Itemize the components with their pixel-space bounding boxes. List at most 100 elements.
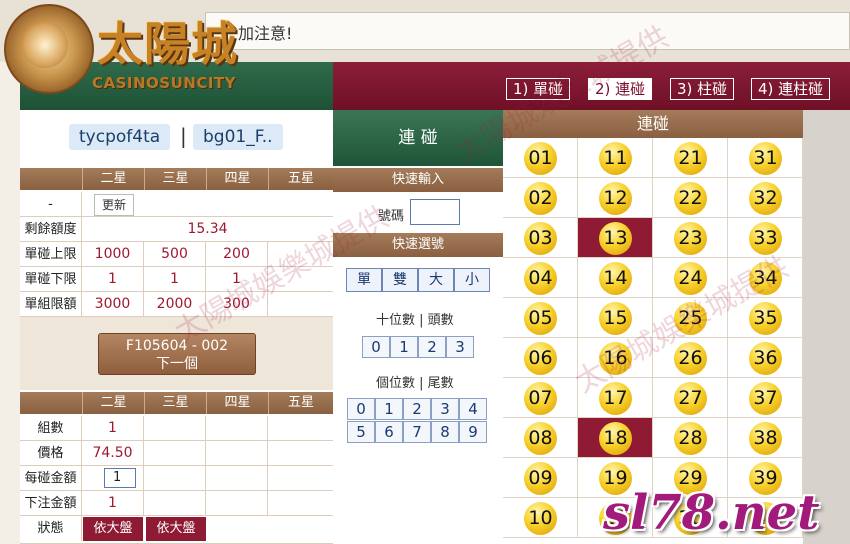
- tab-single-pair[interactable]: 1) 單碰: [506, 78, 571, 100]
- number-cell-01[interactable]: 01: [503, 138, 578, 178]
- logo-english: CASINOSUNCITY: [92, 74, 237, 92]
- units-4-button[interactable]: 4: [459, 398, 487, 420]
- units-7-button[interactable]: 7: [403, 421, 431, 443]
- tens-0-button[interactable]: 0: [362, 336, 390, 358]
- number-cell-03[interactable]: 03: [503, 218, 578, 258]
- next-button-label: 下一個: [156, 356, 198, 372]
- number-cell-16[interactable]: 16: [578, 338, 653, 378]
- units-3-button[interactable]: 3: [431, 398, 459, 420]
- units-0-button[interactable]: 0: [347, 398, 375, 420]
- tab-multi-pair[interactable]: 2) 連碰: [588, 78, 653, 100]
- number-cell-06[interactable]: 06: [503, 338, 578, 378]
- min-4star: 1: [206, 267, 268, 292]
- number-cell-34[interactable]: 34: [728, 258, 803, 298]
- number-ball: 08: [524, 422, 557, 455]
- number-cell-32[interactable]: 32: [728, 178, 803, 218]
- number-cell-17[interactable]: 17: [578, 378, 653, 418]
- number-cell-07[interactable]: 07: [503, 378, 578, 418]
- small-button[interactable]: 小: [454, 268, 490, 292]
- number-ball: 25: [674, 302, 707, 335]
- number-cell-37[interactable]: 37: [728, 378, 803, 418]
- empty-cell: [144, 491, 206, 516]
- number-cell-26[interactable]: 26: [653, 338, 728, 378]
- number-cell-35[interactable]: 35: [728, 298, 803, 338]
- next-button[interactable]: F105604 - 002 下一個: [98, 333, 256, 375]
- big-button[interactable]: 大: [418, 268, 454, 292]
- tab-multi-column-pair[interactable]: 4) 連柱碰: [751, 78, 831, 100]
- status-button-3star[interactable]: 依大盤: [146, 517, 206, 541]
- number-cell-22[interactable]: 22: [653, 178, 728, 218]
- units-9-button[interactable]: 9: [459, 421, 487, 443]
- units-5-button[interactable]: 5: [347, 421, 375, 443]
- remaining-row: 剩餘額度 15.34: [20, 217, 333, 242]
- number-cell-33[interactable]: 33: [728, 218, 803, 258]
- notice-text: 加注意!: [238, 24, 293, 43]
- number-ball: 15: [599, 302, 632, 335]
- max-5star: [268, 242, 333, 267]
- tens-3-button[interactable]: 3: [446, 336, 474, 358]
- number-cell-14[interactable]: 14: [578, 258, 653, 298]
- min-3star: 1: [144, 267, 206, 292]
- number-cell-12[interactable]: 12: [578, 178, 653, 218]
- number-cell-04[interactable]: 04: [503, 258, 578, 298]
- number-ball: 36: [749, 342, 782, 375]
- number-cell-13[interactable]: 13: [578, 218, 653, 258]
- user-separator: |: [180, 124, 187, 148]
- units-1-button[interactable]: 1: [375, 398, 403, 420]
- price-value: 74.50: [82, 441, 144, 466]
- refresh-button[interactable]: 更新: [94, 194, 134, 216]
- control-title: 連 碰: [333, 110, 503, 166]
- number-cell-09[interactable]: 09: [503, 458, 578, 498]
- number-cell-11[interactable]: 11: [578, 138, 653, 178]
- units-8-button[interactable]: 8: [431, 421, 459, 443]
- number-ball: 21: [674, 142, 707, 175]
- units-6-button[interactable]: 6: [375, 421, 403, 443]
- tens-2-button[interactable]: 2: [418, 336, 446, 358]
- number-ball: 03: [524, 222, 557, 255]
- dash-label: -: [20, 192, 82, 217]
- number-grid-header: 連碰: [503, 110, 803, 138]
- number-cell-02[interactable]: 02: [503, 178, 578, 218]
- number-ball: 37: [749, 382, 782, 415]
- tens-1-button[interactable]: 1: [390, 336, 418, 358]
- number-ball: 07: [524, 382, 557, 415]
- number-cell-38[interactable]: 38: [728, 418, 803, 458]
- number-cell-18[interactable]: 18: [578, 418, 653, 458]
- number-ball: 04: [524, 262, 557, 295]
- number-cell-31[interactable]: 31: [728, 138, 803, 178]
- group-limit-2star: 3000: [82, 292, 144, 317]
- number-cell-23[interactable]: 23: [653, 218, 728, 258]
- number-cell-15[interactable]: 15: [578, 298, 653, 338]
- group-limit-4star: 300: [206, 292, 268, 317]
- number-ball: 27: [674, 382, 707, 415]
- number-ball: 26: [674, 342, 707, 375]
- number-ball: 18: [599, 422, 632, 455]
- number-ball: 12: [599, 182, 632, 215]
- number-input[interactable]: [410, 199, 460, 225]
- number-cell-28[interactable]: 28: [653, 418, 728, 458]
- number-cell-05[interactable]: 05: [503, 298, 578, 338]
- units-2-button[interactable]: 2: [403, 398, 431, 420]
- number-cell-24[interactable]: 24: [653, 258, 728, 298]
- number-cell-25[interactable]: 25: [653, 298, 728, 338]
- quick-input-header: 快速輸入: [333, 168, 503, 192]
- tab-column-pair[interactable]: 3) 柱碰: [670, 78, 735, 100]
- quick-select-header: 快速選號: [333, 233, 503, 257]
- total-row: 下注金額 1: [20, 491, 333, 516]
- number-cell-10[interactable]: 10: [503, 498, 578, 538]
- group-limit-5star: [268, 292, 333, 317]
- number-cell-36[interactable]: 36: [728, 338, 803, 378]
- odd-button[interactable]: 單: [346, 268, 382, 292]
- per-pair-amount-input[interactable]: 1: [104, 468, 136, 488]
- number-ball: 31: [749, 142, 782, 175]
- bet-header-3star: 三星: [144, 392, 206, 414]
- tens-label: 十位數 | 頭數: [376, 313, 454, 328]
- number-cell-08[interactable]: 08: [503, 418, 578, 458]
- number-ball: 35: [749, 302, 782, 335]
- min-2star: 1: [82, 267, 144, 292]
- even-button[interactable]: 雙: [382, 268, 418, 292]
- status-button-2star[interactable]: 依大盤: [83, 517, 143, 541]
- number-cell-27[interactable]: 27: [653, 378, 728, 418]
- max-label: 單碰上限: [20, 242, 82, 267]
- number-cell-21[interactable]: 21: [653, 138, 728, 178]
